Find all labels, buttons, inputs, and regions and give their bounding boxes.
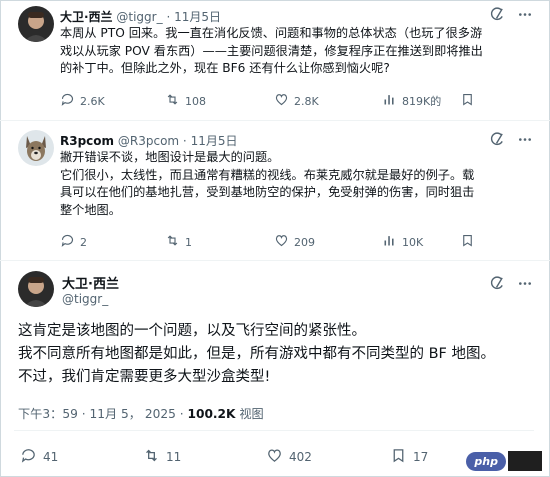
more-icon[interactable] [517, 132, 533, 147]
repost-button[interactable]: 1 [165, 232, 192, 252]
separator-dot: · [81, 407, 86, 421]
watermark-block [508, 451, 542, 471]
like-button[interactable]: 209 [274, 232, 315, 252]
reply-icon [20, 447, 37, 467]
views-button[interactable]: 819K的 [382, 91, 441, 111]
like-count: 402 [289, 450, 312, 464]
avatar[interactable] [18, 6, 54, 42]
heart-icon [274, 92, 289, 110]
bookmark-icon [390, 447, 407, 467]
reply-icon [60, 92, 75, 110]
post-meta: 下午3：59 · 11月 5， 2025 · 100.2K 视图 [18, 404, 264, 422]
views-label: 视图 [239, 407, 264, 421]
tweet-text-line: 它们很小，太线性，而且通常有糟糕的视线。布莱克威尔就是最好的例子。载 [60, 167, 475, 182]
tweet-top-icons [490, 7, 533, 22]
repost-icon [165, 233, 180, 251]
tweet-text-line: 戏以从玩家 POV 看东西）——主要问题很清楚，修复程序正在推送到即将推出 [60, 43, 483, 58]
post-time[interactable]: 下午3：59 [18, 407, 78, 421]
bookmark-icon [460, 92, 475, 110]
tweet-text-line: 不过，我们肯定需要更多大型沙盒类型! [18, 369, 271, 385]
tweet-text-line: 具可以在他们的基地扎营，受到基地防空的保护，免受射弹的伤害，同时狙击 [60, 185, 475, 199]
handle[interactable]: @tiggr_ [116, 10, 162, 24]
tweet-text-line: 撇开错误不谈，地图设计是最大的问题。 [60, 150, 280, 164]
repost-button[interactable]: 11 [143, 447, 181, 467]
tweet-text-line: 我不同意所有地图都是如此，但是，所有游戏中都有不同类型的 BF 地图。 [18, 346, 496, 362]
separator-dot: · [166, 10, 171, 24]
reply-count: 2 [80, 235, 87, 249]
views-chart-icon [382, 233, 397, 251]
views-count: 100.2K [187, 407, 236, 421]
bookmark-count: 17 [413, 450, 429, 464]
tweet-actions: 2.6K 108 2.8K 819K的 [60, 91, 480, 111]
heart-icon [266, 447, 283, 467]
divider [14, 430, 534, 431]
views-chart-icon [382, 92, 397, 110]
handle[interactable]: @tiggr_ [62, 292, 108, 306]
reply-count: 2.6K [80, 94, 105, 108]
bookmark-button[interactable] [460, 91, 475, 111]
views-count: 10K [402, 235, 424, 249]
tweet-header: R3pcom @R3pcom · 11月5日 [60, 132, 237, 149]
avatar[interactable] [18, 130, 54, 166]
tweet-top-icons [490, 132, 533, 147]
main-tweet-text: 这肯定是该地图的一个问题，以及飞行空间的紧张性。 我不同意所有地图都是如此，但是… [18, 320, 495, 389]
tweet-text-line: 的补丁中。但除此之外，现在 BF6 还有什么让你感到恼火呢? [60, 61, 390, 75]
bookmark-icon [460, 233, 475, 251]
separator-dot: · [182, 134, 187, 148]
like-count: 209 [294, 235, 315, 249]
post-date[interactable]: 11月5日 [174, 10, 221, 24]
display-name[interactable]: 大卫·西兰 [62, 277, 119, 292]
tweet-text-line: 整个地图。 [60, 202, 121, 217]
reply-button[interactable]: 2.6K [60, 91, 105, 111]
divider [0, 120, 550, 121]
repost-button[interactable]: 108 [165, 91, 206, 111]
like-count: 2.8K [294, 94, 319, 108]
main-display-name-wrap: 大卫·西兰 [62, 273, 119, 292]
tweet-header: 大卫·西兰 @tiggr_ · 11月5日 [60, 8, 221, 25]
bookmark-button[interactable] [460, 232, 475, 252]
reply-count: 41 [43, 450, 59, 464]
main-handle-wrap: @tiggr_ [62, 292, 108, 306]
tweet-text-line: 这肯定是该地图的一个问题，以及飞行空间的紧张性。 [18, 323, 366, 339]
like-button[interactable]: 402 [266, 447, 312, 467]
tweet-text: 撇开错误不谈，地图设计是最大的问题。 它们很小，太线性，而且通常有糟糕的视线。布… [60, 149, 474, 219]
post-date[interactable]: 11月5日 [191, 134, 238, 148]
repost-count: 108 [185, 94, 206, 108]
views-button[interactable]: 10K [382, 232, 423, 252]
tweet-text-line: 本周从 PTO 回来。我一直在消化反馈、问题和事物的总体状态（也玩了很多游 [60, 26, 483, 40]
display-name[interactable]: 大卫·西兰 [60, 10, 113, 24]
display-name[interactable]: R3pcom [60, 134, 114, 148]
divider [0, 260, 550, 261]
watermark-logo: php [466, 451, 506, 471]
reply-button[interactable]: 2 [60, 232, 87, 252]
grok-icon[interactable] [490, 276, 505, 291]
more-icon[interactable] [517, 276, 533, 291]
repost-count: 1 [185, 235, 192, 249]
site-watermark: php [466, 451, 542, 471]
grok-icon[interactable] [490, 132, 505, 147]
reply-button[interactable]: 41 [20, 447, 58, 467]
repost-count: 11 [166, 450, 182, 464]
views-count: 819K的 [402, 95, 442, 108]
reply-icon [60, 233, 75, 251]
handle[interactable]: @R3pcom [118, 134, 179, 148]
grok-icon[interactable] [490, 7, 505, 22]
tweet-actions: 2 1 209 10K [60, 232, 480, 252]
avatar[interactable] [18, 271, 54, 307]
more-icon[interactable] [517, 7, 533, 22]
tweet-top-icons [490, 276, 533, 291]
bookmark-button[interactable]: 17 [390, 447, 428, 467]
post-date[interactable]: 11月 5， 2025 [89, 407, 175, 421]
tweet-text: 本周从 PTO 回来。我一直在消化反馈、问题和事物的总体状态（也玩了很多游 戏以… [60, 25, 483, 78]
separator-dot: · [179, 407, 184, 421]
like-button[interactable]: 2.8K [274, 91, 319, 111]
repost-icon [165, 92, 180, 110]
repost-icon [143, 447, 160, 467]
heart-icon [274, 233, 289, 251]
